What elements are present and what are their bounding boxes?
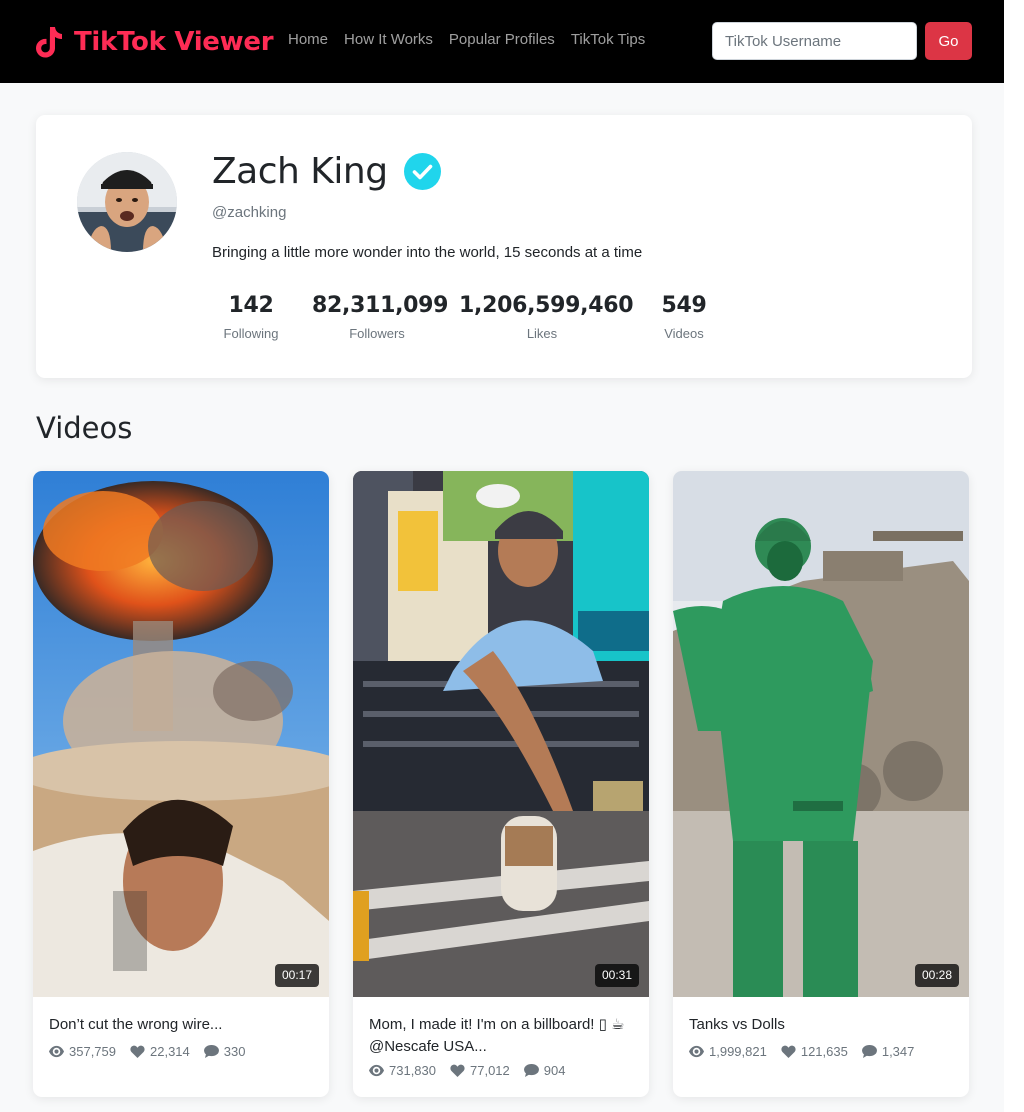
nav-links: Home How It Works Popular Profiles TikTo… xyxy=(288,31,645,48)
video-title[interactable]: Mom, I made it! I'm on a billboard! ▯ ☕ … xyxy=(369,1014,633,1058)
nav-link-home[interactable]: Home xyxy=(288,31,328,48)
likes-stat: 77,012 xyxy=(450,1063,510,1078)
comments-count: 904 xyxy=(543,1063,566,1078)
video-card[interactable]: 00:17 Don’t cut the wrong wire... 357,75… xyxy=(33,471,329,1097)
eye-icon xyxy=(369,1064,384,1077)
comment-icon xyxy=(203,1045,219,1058)
video-stats: 731,830 77,012 904 xyxy=(369,1063,565,1078)
comments-stat: 904 xyxy=(523,1063,566,1078)
stat-following: 142 Following xyxy=(221,293,281,341)
nav-link-popular-profiles[interactable]: Popular Profiles xyxy=(449,31,555,48)
views-count: 1,999,821 xyxy=(709,1044,767,1059)
go-button[interactable]: Go xyxy=(925,22,972,60)
brand-link[interactable]: TikTok Viewer xyxy=(34,22,274,62)
heart-icon xyxy=(130,1045,145,1058)
eye-icon xyxy=(49,1045,64,1058)
comment-icon xyxy=(523,1064,539,1077)
likes-count: 22,314 xyxy=(150,1044,190,1059)
profile-card: Zach King @zachking Bringing a little mo… xyxy=(36,115,972,378)
video-card[interactable]: 00:31 Mom, I made it! I'm on a billboard… xyxy=(353,471,649,1097)
navbar: TikTok Viewer Home How It Works Popular … xyxy=(0,0,1004,83)
stat-value: 1,206,599,460 xyxy=(459,293,634,318)
comments-stat: 1,347 xyxy=(861,1044,915,1059)
views-stat: 1,999,821 xyxy=(689,1044,767,1059)
stat-label: Videos xyxy=(664,326,704,341)
stat-likes: 1,206,599,460 Likes xyxy=(459,293,634,341)
nav-link-how-it-works[interactable]: How It Works xyxy=(344,31,433,48)
comments-count: 1,347 xyxy=(881,1044,915,1059)
likes-stat: 22,314 xyxy=(130,1044,190,1059)
stat-value: 82,311,099 xyxy=(312,293,449,318)
video-thumbnail[interactable]: 00:28 xyxy=(673,471,969,997)
comments-stat: 330 xyxy=(203,1044,246,1059)
tiktok-logo-icon xyxy=(36,27,62,58)
likes-count: 121,635 xyxy=(800,1044,848,1059)
stat-label: Followers xyxy=(349,326,405,341)
stat-value: 549 xyxy=(661,293,707,318)
comment-icon xyxy=(861,1045,877,1058)
video-thumbnail[interactable]: 00:31 xyxy=(353,471,649,997)
avatar xyxy=(77,152,177,252)
video-stats: 357,759 22,314 330 xyxy=(49,1044,245,1059)
video-thumbnail[interactable]: 00:17 xyxy=(33,471,329,997)
video-duration: 00:28 xyxy=(914,964,959,987)
brand-name: TikTok Viewer xyxy=(74,27,274,57)
profile-bio: Bringing a little more wonder into the w… xyxy=(212,244,643,261)
views-stat: 357,759 xyxy=(49,1044,116,1059)
heart-icon xyxy=(781,1045,796,1058)
username-search-input[interactable] xyxy=(712,22,917,60)
views-count: 357,759 xyxy=(69,1044,116,1059)
video-stats: 1,999,821 121,635 1,347 xyxy=(689,1044,914,1059)
profile-stats: 142 Following 82,311,099 Followers 1,206… xyxy=(36,293,972,353)
video-title[interactable]: Don’t cut the wrong wire... xyxy=(49,1014,313,1036)
stat-label: Following xyxy=(223,326,279,341)
profile-name-row: Zach King xyxy=(212,151,441,192)
video-card[interactable]: 00:28 Tanks vs Dolls 1,999,821 121,635 1… xyxy=(673,471,969,1097)
video-title[interactable]: Tanks vs Dolls xyxy=(689,1014,953,1036)
likes-stat: 121,635 xyxy=(781,1044,848,1059)
verified-check-icon xyxy=(403,153,441,190)
stat-value: 142 xyxy=(228,293,274,318)
eye-icon xyxy=(689,1045,704,1058)
video-duration: 00:17 xyxy=(274,964,319,987)
stat-followers: 82,311,099 Followers xyxy=(312,293,449,341)
nav-link-tiktok-tips[interactable]: TikTok Tips xyxy=(571,31,645,48)
profile-handle: @zachking xyxy=(212,204,287,221)
video-duration: 00:31 xyxy=(594,964,639,987)
likes-count: 77,012 xyxy=(470,1063,510,1078)
videos-heading: Videos xyxy=(36,411,133,445)
profile-name: Zach King xyxy=(212,151,388,192)
views-count: 731,830 xyxy=(389,1063,436,1078)
heart-icon xyxy=(450,1064,465,1077)
stat-label: Likes xyxy=(526,326,558,341)
views-stat: 731,830 xyxy=(369,1063,436,1078)
stat-videos: 549 Videos xyxy=(656,293,712,341)
comments-count: 330 xyxy=(223,1044,246,1059)
